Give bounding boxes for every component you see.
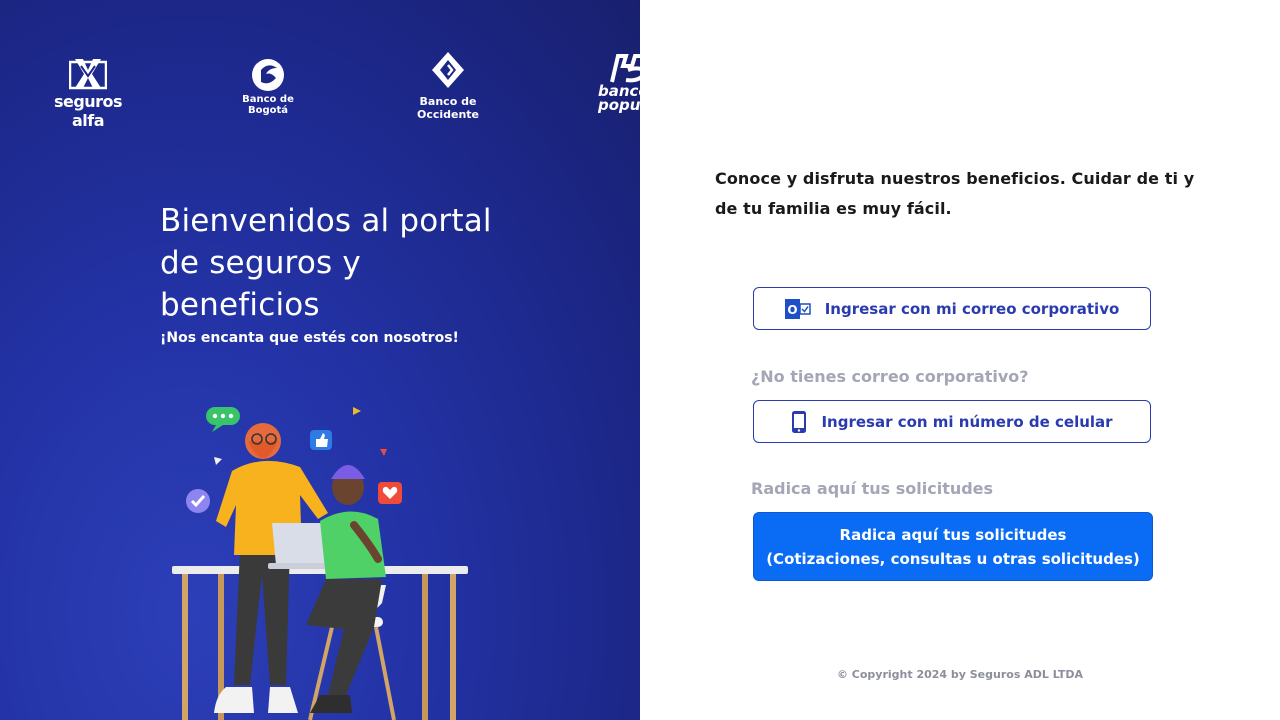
thumbs-up-icon [310, 430, 332, 450]
occidente-logo-line1: Banco de [419, 95, 477, 108]
check-badge-icon [186, 489, 210, 513]
heart-icon [378, 482, 402, 504]
welcome-subtitle: ¡Nos encanta que estés con nosotros! [160, 330, 459, 346]
phone-login-button[interactable]: Ingresar con mi número de celular [753, 400, 1151, 443]
bogota-mark-icon [252, 59, 284, 91]
corporate-email-login-button[interactable]: O Ingresar con mi correo corporativo [753, 287, 1151, 330]
welcome-block: Bienvenidos al portal de seguros y benef… [160, 200, 520, 346]
welcome-title: Bienvenidos al portal de seguros y benef… [160, 203, 492, 323]
occidente-mark-icon [432, 52, 464, 88]
people-at-desk-illustration [172, 407, 468, 720]
phone-login-label: Ingresar con mi número de celular [821, 412, 1113, 431]
submit-requests-button[interactable]: Radica aquí tus solicitudes (Cotizacione… [753, 512, 1153, 581]
svg-text:O: O [787, 303, 797, 317]
paper-plane-icon [353, 407, 361, 415]
bogota-logo-line2: Bogotá [247, 105, 289, 116]
popular-logo-line2: popular [598, 96, 640, 114]
banco-occidente-logo: Banco de Occidente [410, 50, 486, 121]
requests-section-label: Radica aquí tus solicitudes [751, 479, 994, 498]
copyright-footer: © Copyright 2024 by Seguros ADL LTDA [836, 668, 1084, 681]
banco-popular-logo: banco popular [598, 52, 640, 114]
submit-requests-line2: (Cotizaciones, consultas u otras solicit… [766, 549, 1140, 568]
chat-bubble-icon [206, 407, 240, 432]
banco-bogota-logo: Banco de Bogotá [232, 56, 304, 116]
brand-panel: seguros alfa Banco de Bogotá Banco de Oc… [0, 0, 640, 720]
alfa-logo-text: seguros alfa [53, 92, 123, 130]
occidente-logo-line2: Occidente [416, 108, 480, 121]
bogota-logo-line1: Banco de [242, 94, 294, 105]
no-corporate-email-label: ¿No tienes correo corporativo? [751, 367, 1029, 386]
submit-requests-line1: Radica aquí tus solicitudes [839, 525, 1067, 544]
popular-mark-icon [610, 54, 640, 83]
intro-text: Conoce y disfruta nuestros beneficios. C… [715, 169, 1195, 218]
alfa-mark-icon [69, 59, 107, 90]
corporate-email-login-label: Ingresar con mi correo corporativo [824, 299, 1120, 318]
outlook-icon: O [784, 298, 811, 319]
seguros-alfa-logo: seguros alfa [38, 56, 138, 130]
mobile-phone-icon [792, 410, 807, 433]
